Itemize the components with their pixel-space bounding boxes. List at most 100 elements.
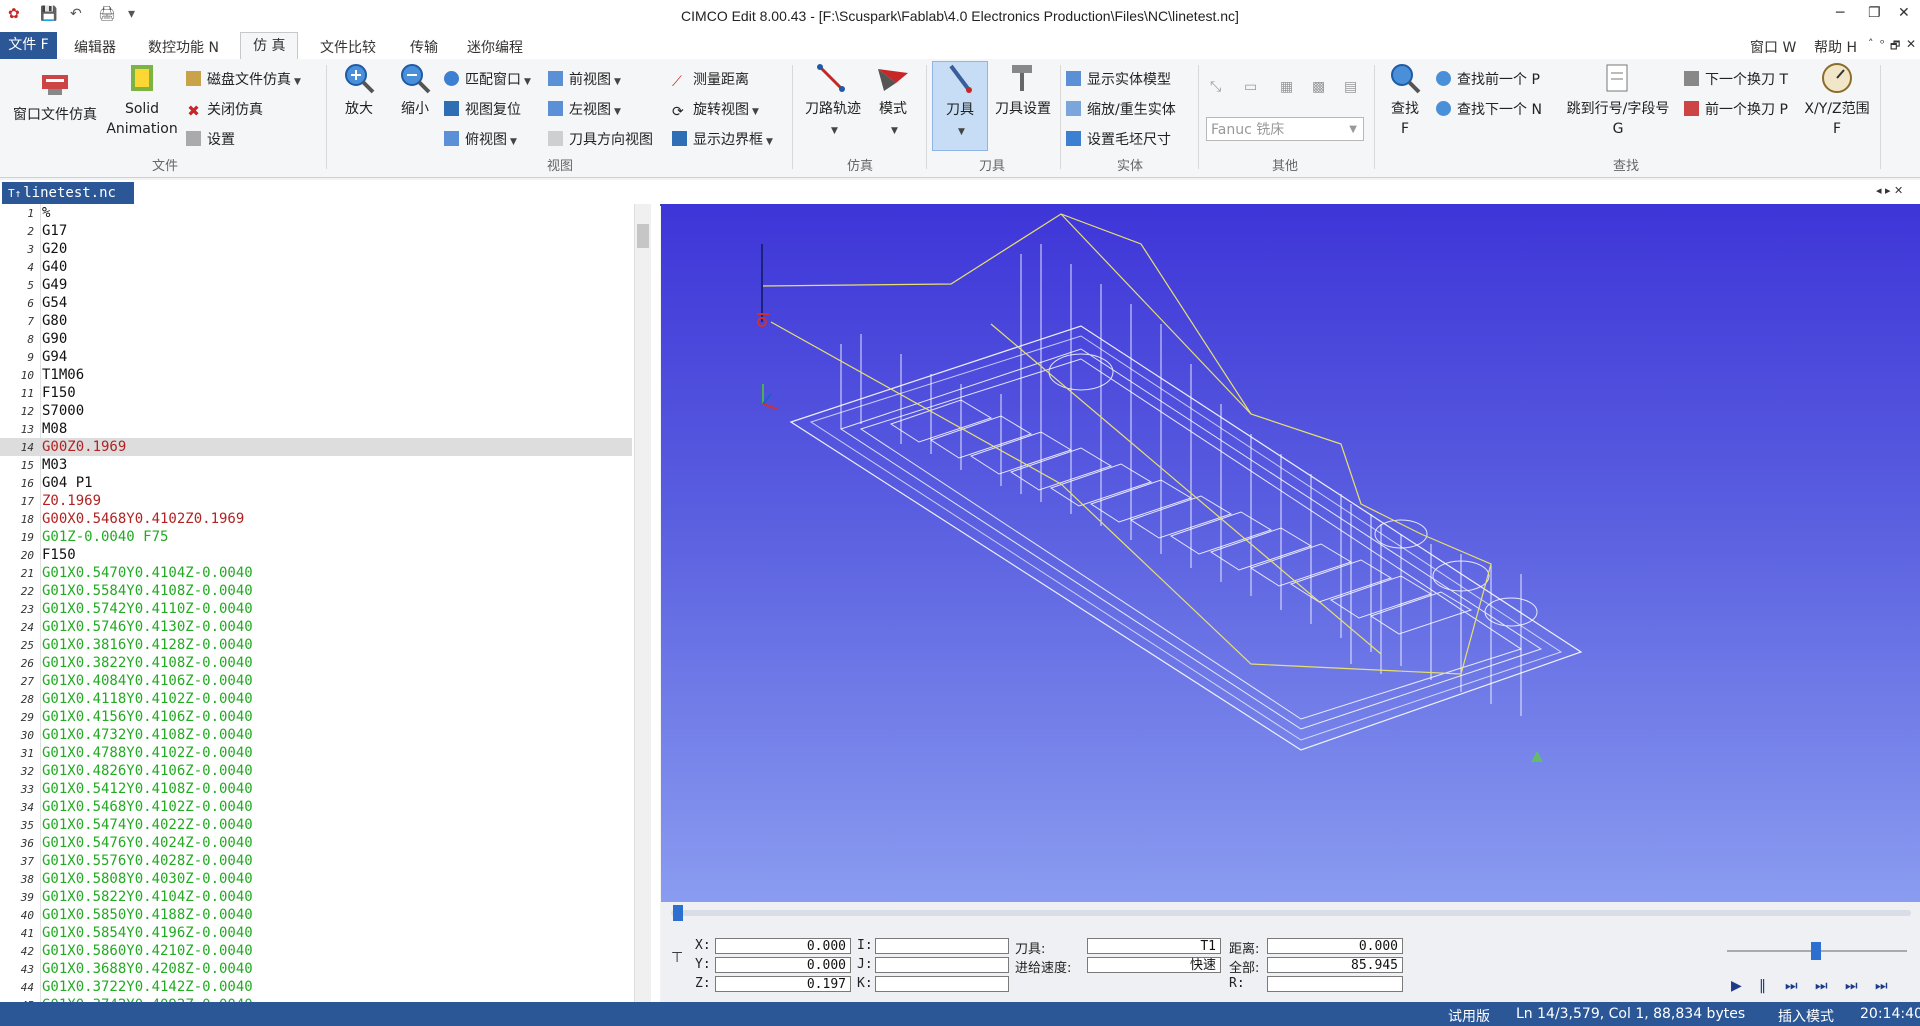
doc-restore-icon[interactable]: 🗗	[1890, 37, 1900, 56]
code-line[interactable]: 5 G49	[0, 276, 632, 294]
code-line[interactable]: 38 G01X0.5808Y0.4030Z-0.0040	[0, 870, 632, 888]
restore-button[interactable]: ❐	[1868, 5, 1881, 21]
code-line[interactable]: 30 G01X0.4732Y0.4108Z-0.0040	[0, 726, 632, 744]
tab-nc-functions[interactable]: 数控功能 N	[148, 37, 219, 57]
help-menu[interactable]: 帮助 H	[1814, 37, 1857, 57]
code-line[interactable]: 6 G54	[0, 294, 632, 312]
code-line[interactable]: 39 G01X0.5822Y0.4104Z-0.0040	[0, 888, 632, 906]
step-end-button[interactable]: ⏭	[1875, 978, 1888, 994]
grid-tool-icon[interactable]: ▦	[1280, 79, 1293, 95]
code-line[interactable]: 7 G80	[0, 312, 632, 330]
scale-tool-icon[interactable]: ⤡	[1210, 79, 1221, 95]
export-tool-icon[interactable]: ▤	[1344, 79, 1357, 95]
show-bounds-button[interactable]: 显示边界框 ▼	[672, 129, 773, 149]
set-stock-button[interactable]: 设置毛坯尺寸	[1066, 129, 1171, 149]
code-line[interactable]: 2 G17	[0, 222, 632, 240]
code-line[interactable]: 32 G01X0.4826Y0.4106Z-0.0040	[0, 762, 632, 780]
scrollbar-thumb[interactable]	[637, 224, 649, 248]
code-line[interactable]: 9 G94	[0, 348, 632, 366]
code-line[interactable]: 4 G40	[0, 258, 632, 276]
code-line[interactable]: 43 G01X0.3688Y0.4208Z-0.0040	[0, 960, 632, 978]
close-sim-button[interactable]: ✖ 关闭仿真	[186, 99, 263, 119]
front-view-button[interactable]: 前视图 ▼	[548, 69, 621, 89]
window-file-sim-button[interactable]: 窗口文件仿真	[8, 67, 102, 125]
step-z-button[interactable]: ⏭	[1845, 978, 1858, 994]
show-solid-model-button[interactable]: 显示实体模型	[1066, 69, 1171, 89]
machine-select[interactable]: Fanuc 铣床 ▼	[1206, 117, 1364, 141]
measure-distance-button[interactable]: ⟋ 测量距离	[672, 69, 749, 90]
doc-options-icon[interactable]: ᵒ	[1880, 37, 1885, 50]
code-line[interactable]: 19 G01Z-0.0040 F75	[0, 528, 632, 546]
sim-settings-button[interactable]: 设置	[186, 129, 235, 149]
view-reset-button[interactable]: 视图复位	[444, 99, 521, 119]
code-line[interactable]: 41 G01X0.5854Y0.4196Z-0.0040	[0, 924, 632, 942]
zoom-in-button[interactable]: 放大	[334, 61, 384, 119]
code-line[interactable]: 17 Z0.1969	[0, 492, 632, 510]
code-line[interactable]: 21 G01X0.5470Y0.4104Z-0.0040	[0, 564, 632, 582]
ribbon-collapse-icon[interactable]: ˄	[1868, 37, 1874, 50]
mode-button[interactable]: 模式 ▼	[870, 61, 916, 141]
pause-button[interactable]: ‖	[1759, 978, 1766, 994]
code-line[interactable]: 23 G01X0.5742Y0.4110Z-0.0040	[0, 600, 632, 618]
left-view-button[interactable]: 左视图 ▼	[548, 99, 621, 119]
code-line[interactable]: 14 G00Z0.1969	[0, 438, 632, 456]
code-line[interactable]: 10 T1M06	[0, 366, 632, 384]
code-line[interactable]: 25 G01X0.3816Y0.4128Z-0.0040	[0, 636, 632, 654]
code-line[interactable]: 11 F150	[0, 384, 632, 402]
document-tab-linetest[interactable]: T↑ linetest.nc	[2, 182, 134, 204]
step-block-button[interactable]: ⏭	[1815, 978, 1828, 994]
goto-line-button[interactable]: 跳到行号/字段号 G	[1560, 61, 1676, 139]
tool-settings-button[interactable]: 刀具设置	[990, 61, 1056, 119]
code-line[interactable]: 3 G20	[0, 240, 632, 258]
code-line[interactable]: 13 M08	[0, 420, 632, 438]
code-line[interactable]: 33 G01X0.5412Y0.4108Z-0.0040	[0, 780, 632, 798]
pattern-tool-icon[interactable]: ▩	[1312, 79, 1325, 95]
code-line[interactable]: 44 G01X0.3722Y0.4142Z-0.0040	[0, 978, 632, 996]
code-line[interactable]: 37 G01X0.5576Y0.4028Z-0.0040	[0, 852, 632, 870]
tab-file-compare[interactable]: 文件比较	[320, 37, 376, 57]
close-button[interactable]: ✕	[1898, 5, 1910, 21]
code-line[interactable]: 27 G01X0.4084Y0.4106Z-0.0040	[0, 672, 632, 690]
top-view-button[interactable]: 俯视图 ▼	[444, 129, 517, 149]
next-tool-change-button[interactable]: 下一个换刀 T	[1684, 69, 1788, 89]
code-line[interactable]: 1%	[0, 204, 632, 222]
code-line[interactable]: 24 G01X0.5746Y0.4130Z-0.0040	[0, 618, 632, 636]
code-line[interactable]: 16 G04 P1	[0, 474, 632, 492]
code-line[interactable]: 29 G01X0.4156Y0.4106Z-0.0040	[0, 708, 632, 726]
zoom-out-button[interactable]: 缩小	[390, 61, 440, 119]
file-menu[interactable]: 文件 F	[0, 32, 57, 59]
disk-file-sim-button[interactable]: 磁盘文件仿真 ▼	[186, 69, 301, 89]
document-nav-icons[interactable]: ◂ ▸ ✕	[1876, 184, 1903, 197]
code-line[interactable]: 28 G01X0.4118Y0.4102Z-0.0040	[0, 690, 632, 708]
code-line[interactable]: 18 G00X0.5468Y0.4102Z0.1969	[0, 510, 632, 528]
editor-scrollbar[interactable]	[634, 204, 651, 1002]
code-line[interactable]: 20 F150	[0, 546, 632, 564]
code-line[interactable]: 36 G01X0.5476Y0.4024Z-0.0040	[0, 834, 632, 852]
solid-animation-button[interactable]: Solid Animation	[104, 61, 180, 139]
tab-simulation[interactable]: 仿 真	[240, 32, 299, 60]
code-line[interactable]: 22 G01X0.5584Y0.4108Z-0.0040	[0, 582, 632, 600]
rotate-view-button[interactable]: ⟳ 旋转视图 ▼	[672, 99, 759, 120]
tool-direction-view-button[interactable]: 刀具方向视图	[548, 129, 653, 149]
code-line[interactable]: 26 G01X0.3822Y0.4108Z-0.0040	[0, 654, 632, 672]
previous-tool-change-button[interactable]: 前一个换刀 P	[1684, 99, 1788, 119]
timeline-thumb[interactable]	[673, 905, 683, 921]
tab-transfer[interactable]: 传输	[410, 37, 438, 57]
doc-close-icon[interactable]: ✕	[1906, 37, 1916, 51]
find-next-button[interactable]: 查找下一个 N	[1436, 99, 1542, 119]
find-button[interactable]: 查找 F	[1380, 61, 1430, 139]
section-tool-icon[interactable]: ▭	[1244, 79, 1257, 95]
code-line[interactable]: 34 G01X0.5468Y0.4102Z-0.0040	[0, 798, 632, 816]
minimize-button[interactable]: ─	[1836, 5, 1844, 21]
code-line[interactable]: 8 G90	[0, 330, 632, 348]
step-forward-button[interactable]: ⏭	[1785, 978, 1798, 994]
fit-window-button[interactable]: 匹配窗口 ▼	[444, 69, 531, 89]
toolpath-button[interactable]: 刀路轨迹 ▼	[798, 61, 868, 141]
code-line[interactable]: 40 G01X0.5850Y0.4188Z-0.0040	[0, 906, 632, 924]
timeline-track[interactable]	[671, 910, 1911, 916]
play-button[interactable]: ▶	[1731, 978, 1742, 994]
scale-rebuild-button[interactable]: 缩放/重生实体	[1066, 99, 1176, 119]
code-line[interactable]: 42 G01X0.5860Y0.4210Z-0.0040	[0, 942, 632, 960]
find-previous-button[interactable]: 查找前一个 P	[1436, 69, 1540, 89]
code-line[interactable]: 15 M03	[0, 456, 632, 474]
